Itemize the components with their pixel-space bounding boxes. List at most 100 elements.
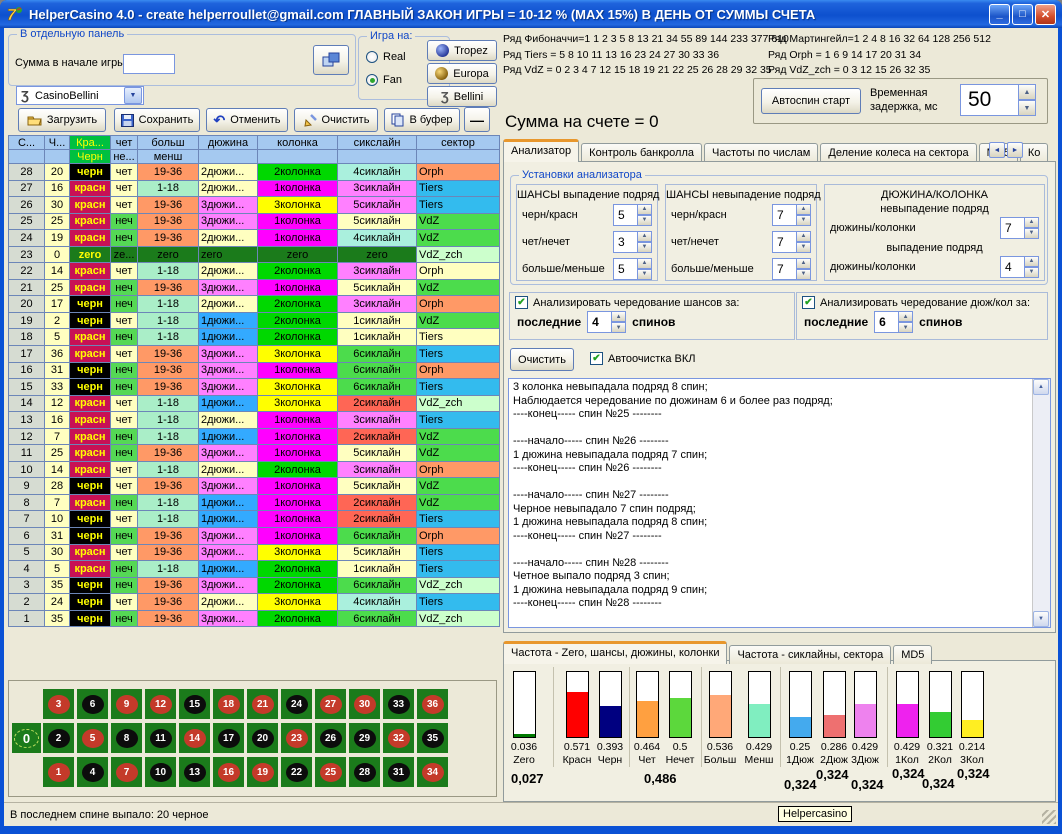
checkbox-checked-icon[interactable]: ✔ [802, 296, 815, 309]
tropez-button[interactable]: Tropez [427, 40, 497, 61]
spinner-up-icon[interactable]: ▲ [637, 258, 652, 269]
roulette-cell-32[interactable]: 32 [383, 723, 414, 753]
roulette-cell-9[interactable]: 9 [111, 689, 142, 719]
roulette-cell-3[interactable]: 3 [43, 689, 74, 719]
close-button[interactable]: ✕ [1035, 4, 1056, 25]
grid-header-cell[interactable]: не... [111, 150, 138, 164]
roulette-cell-1[interactable]: 1 [43, 757, 74, 787]
spinner-down-icon[interactable]: ▼ [1024, 267, 1039, 278]
start-sum-input[interactable] [123, 54, 175, 74]
roulette-cell-22[interactable]: 22 [281, 757, 312, 787]
roulette-cell-10[interactable]: 10 [145, 757, 176, 787]
spin-row[interactable]: 87красннеч1-181дюжи...1колонка2сиклайнVd… [9, 494, 500, 511]
autospin-start-button[interactable]: Автоспин старт [761, 88, 861, 114]
spin-row[interactable]: 1533черннеч19-363дюжи...3колонка6сиклайн… [9, 379, 500, 396]
tab-0[interactable]: Анализатор [503, 139, 579, 162]
spinner-down-icon[interactable]: ▼ [1024, 228, 1039, 239]
tab-0[interactable]: Частота - Zero, шансы, дюжины, колонки [503, 641, 727, 664]
spinner-value[interactable]: 50 [960, 84, 1018, 116]
dozen-hit-spinner[interactable]: 4▲▼ [1000, 256, 1039, 278]
roulette-cell-18[interactable]: 18 [213, 689, 244, 719]
tabs-scroll-left-button[interactable]: ◄ [989, 142, 1005, 158]
tab-2[interactable]: Частоты по числам [704, 143, 818, 162]
grid-header-cell[interactable]: менш [138, 150, 199, 164]
spinner-down-icon[interactable]: ▼ [898, 322, 913, 333]
alternate-chances-checkbox-row[interactable]: ✔ Анализировать чередование шансов за: [515, 296, 789, 309]
roulette-cell-14[interactable]: 14 [179, 723, 210, 753]
spinner-down-icon[interactable]: ▼ [1018, 100, 1036, 116]
roulette-cell-36[interactable]: 36 [417, 689, 448, 719]
grid-header-cell[interactable] [338, 150, 417, 164]
clear-log-button[interactable]: Очистить [510, 348, 574, 371]
autoclear-checkbox-row[interactable]: ✔ Автоочистка ВКЛ [590, 352, 695, 365]
spin-row[interactable]: 335черннеч19-363дюжи...2колонка6сиклайнV… [9, 577, 500, 594]
spin-row[interactable]: 2716краснчет1-182дюжи...1колонка3сиклайн… [9, 180, 500, 197]
spin-row[interactable]: 1125красннеч19-363дюжи...1колонка5сиклай… [9, 445, 500, 462]
roulette-cell-30[interactable]: 30 [349, 689, 380, 719]
spin-row[interactable]: 1631черннеч19-363дюжи...1колонка6сиклайн… [9, 362, 500, 379]
spin-row[interactable]: 1736краснчет19-363дюжи...3колонка6сиклай… [9, 346, 500, 363]
maximize-button[interactable]: □ [1012, 4, 1033, 25]
roulette-cell-28[interactable]: 28 [349, 757, 380, 787]
roulette-cell-23[interactable]: 23 [281, 723, 312, 753]
spin-row[interactable]: 135черннеч19-363дюжи...2колонка6сиклайнV… [9, 610, 500, 627]
spinner-value[interactable]: 6 [874, 311, 898, 333]
spin-row[interactable]: 224чернчет19-362дюжи...3колонка4сиклайнT… [9, 594, 500, 611]
spinner-down-icon[interactable]: ▼ [637, 269, 652, 280]
spin-row[interactable]: 1316краснчет1-182дюжи...1колонка3сиклайн… [9, 412, 500, 429]
spinner-down-icon[interactable]: ▼ [796, 269, 811, 280]
spin-row[interactable]: 2630краснчет19-363дюжи...3колонка5сиклай… [9, 197, 500, 214]
spin-row[interactable]: 1014краснчет1-182дюжи...2колонка3сиклайн… [9, 461, 500, 478]
tab-1[interactable]: Контроль банкролла [581, 143, 702, 162]
roulette-cell-34[interactable]: 34 [417, 757, 448, 787]
spinner-down-icon[interactable]: ▼ [611, 322, 626, 333]
spinner-up-icon[interactable]: ▲ [1018, 84, 1036, 100]
radio-fan[interactable]: Fan [366, 74, 402, 86]
spin-row[interactable]: 2419красннеч19-362дюжи...1колонка4сиклай… [9, 230, 500, 247]
spin-row[interactable]: 2820чернчет19-362дюжи...2колонка4сиклайн… [9, 164, 500, 181]
spin-row[interactable]: 710чернчет1-181дюжи...1колонка2сиклайнTi… [9, 511, 500, 528]
alternate-dozen-spinner[interactable]: 6▲▼ [874, 311, 913, 333]
tab-5[interactable]: Ко [1020, 143, 1049, 162]
collapse-button[interactable]: — [464, 107, 490, 132]
undo-button[interactable]: ↶ Отменить [206, 108, 288, 132]
tab-3[interactable]: Деление колеса на сектора [820, 143, 976, 162]
log-scrollbar[interactable]: ▲ ▼ [1032, 379, 1050, 627]
copy-to-clipboard-button[interactable]: В буфер [384, 108, 460, 132]
grid-header-cell[interactable]: колонка [258, 136, 338, 150]
grid-header-cell[interactable]: сектор [417, 136, 500, 150]
spinner-down-icon[interactable]: ▼ [637, 215, 652, 226]
roulette-cell-2[interactable]: 2 [43, 723, 74, 753]
grid-header-cell[interactable] [45, 150, 70, 164]
roulette-cell-35[interactable]: 35 [417, 723, 448, 753]
grid-header-cell[interactable]: сикслайн [338, 136, 417, 150]
roulette-cell-13[interactable]: 13 [179, 757, 210, 787]
grid-header-cell[interactable]: больш [138, 136, 199, 150]
casino-select[interactable]: Ʒ CasinoBellini ▼ [16, 86, 144, 105]
roulette-cell-19[interactable]: 19 [247, 757, 278, 787]
roulette-cell-7[interactable]: 7 [111, 757, 142, 787]
roulette-cell-33[interactable]: 33 [383, 689, 414, 719]
grid-header-cell[interactable]: С... [9, 136, 45, 150]
grid-header-cell[interactable]: Ч... [45, 136, 70, 150]
save-button[interactable]: Сохранить [114, 108, 200, 132]
scroll-up-icon[interactable]: ▲ [1033, 379, 1049, 395]
clear-button[interactable]: Очистить [294, 108, 378, 132]
spin-row[interactable]: 192чернчет1-181дюжи...2колонка1сиклайнVd… [9, 312, 500, 329]
roulette-cell-8[interactable]: 8 [111, 723, 142, 753]
tabs-scroll-right-button[interactable]: ► [1007, 142, 1023, 158]
spinner-value[interactable]: 5 [613, 204, 637, 226]
grid-header-cell[interactable]: чет [111, 136, 138, 150]
spinner-value[interactable]: 5 [613, 258, 637, 280]
grid-header-cell[interactable] [199, 150, 258, 164]
spinner-value[interactable]: 7 [772, 204, 796, 226]
radio-real[interactable]: Real [366, 51, 406, 63]
grid-header-cell[interactable]: дюжина [199, 136, 258, 150]
spinner-up-icon[interactable]: ▲ [796, 258, 811, 269]
alternate-chances-spinner[interactable]: 4▲▼ [587, 311, 626, 333]
checkbox-checked-icon[interactable]: ✔ [515, 296, 528, 309]
roulette-cell-21[interactable]: 21 [247, 689, 278, 719]
spin-row[interactable]: 530краснчет19-363дюжи...3колонка5сиклайн… [9, 544, 500, 561]
spinner-value[interactable]: 4 [1000, 256, 1024, 278]
spin-row[interactable]: 185красннеч1-181дюжи...2колонка1сиклайнT… [9, 329, 500, 346]
